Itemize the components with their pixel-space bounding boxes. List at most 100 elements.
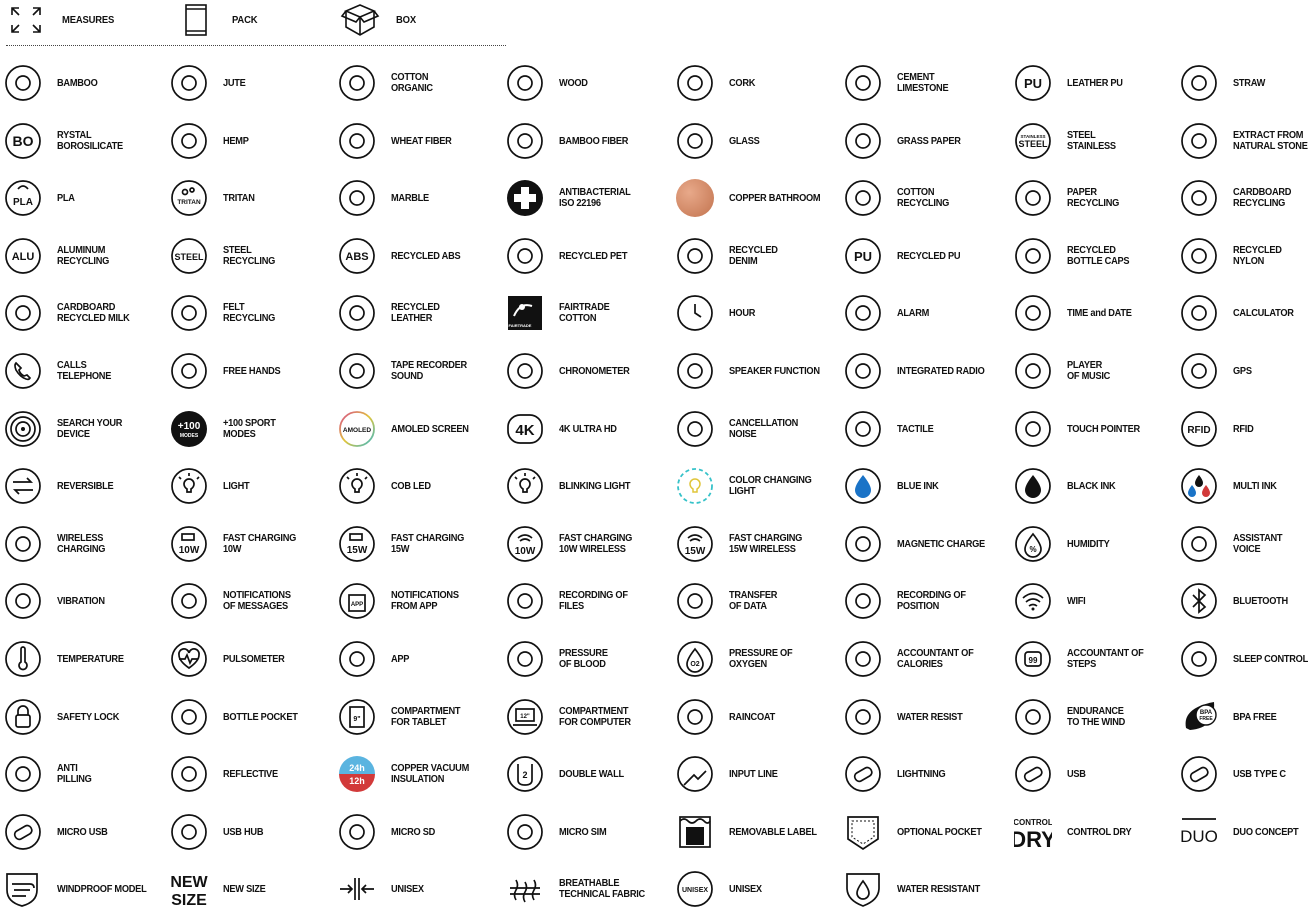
feature-cell: SLEEP CONTROL	[1176, 633, 1312, 685]
feature-label-line: WATER RESIST	[897, 710, 963, 723]
light-icon	[170, 467, 208, 505]
feature-label: DOUBLE WALL	[559, 748, 624, 800]
svg-text:O2: O2	[690, 661, 699, 668]
feature-label: BOTTLE POCKET	[223, 691, 298, 743]
feature-label: RECYCLED BOTTLE CAPS	[1067, 230, 1130, 282]
feature-cell: ANTIBACTERIAL ISO 22196	[502, 172, 666, 224]
feature-cell: OPTIONAL POCKET	[840, 806, 1004, 858]
feature-label-line: SLEEP CONTROL	[1233, 652, 1308, 665]
gps-icon	[1180, 352, 1218, 390]
4k-icon: 4K	[506, 410, 544, 448]
feature-label: PRESSURE OF BLOOD	[559, 633, 608, 685]
feature-label: STEEL STAINLESS	[1067, 115, 1116, 167]
svg-text:UNISEX: UNISEX	[682, 887, 708, 894]
svg-text:15W: 15W	[347, 545, 368, 556]
header-item-measures: MEASURES	[6, 3, 120, 37]
feature-label: PULSOMETER	[223, 633, 285, 685]
feature-label: FREE HANDS	[223, 345, 281, 397]
feature-cell: WINDPROOF MODEL	[0, 863, 164, 915]
feature-label: BAMBOO FIBER	[559, 115, 628, 167]
feature-cell: EXTRACT FROM NATURAL STONE	[1176, 115, 1312, 167]
feature-label: WATER RESISTANT	[897, 863, 980, 915]
feature-label: REFLECTIVE	[223, 748, 278, 800]
feature-label: CARDBOARD RECYCLED MILK	[57, 287, 130, 339]
svg-text:12h: 12h	[349, 776, 365, 786]
feature-label: UNISEX	[729, 863, 762, 915]
feature-label-line: 10W WIRELESS	[559, 543, 626, 555]
svg-text:PLA: PLA	[13, 197, 33, 208]
feature-label-line: OXYGEN	[729, 658, 767, 670]
black-ink-icon	[1014, 467, 1052, 505]
feature-cell: TACTILE	[840, 403, 1004, 455]
feature-label-line: FOR TABLET	[391, 716, 447, 728]
feature-cell: JUTE	[166, 57, 330, 109]
feature-label-line: LEATHER PU	[1067, 76, 1123, 89]
feature-label: RECYCLED PU	[897, 230, 961, 282]
feature-cell: MICRO SD	[334, 806, 498, 858]
feature-cell: COTTON ORGANIC	[334, 57, 498, 109]
feature-label-line: JUTE	[223, 76, 246, 89]
feature-label: COPPER VACUUM INSULATION	[391, 748, 469, 800]
feature-cell: PRESSURE OF BLOOD	[502, 633, 666, 685]
feature-cell: BLINKING LIGHT	[502, 460, 666, 512]
svg-text:24h: 24h	[349, 763, 365, 773]
feature-label: WIFI	[1067, 575, 1086, 627]
feature-cell: CANCELLATION NOISE	[672, 403, 836, 455]
feature-label-line: LIGHT	[729, 485, 756, 497]
bamboo-icon	[4, 64, 42, 102]
svg-text:AMOLED: AMOLED	[343, 427, 371, 434]
feature-label: BLACK INK	[1067, 460, 1116, 512]
feature-label: GRASS PAPER	[897, 115, 961, 167]
svg-text:STEEL: STEEL	[174, 252, 204, 262]
feature-cell: USB TYPE C	[1176, 748, 1312, 800]
feature-cell: APP	[334, 633, 498, 685]
feature-label: COTTON RECYCLING	[897, 172, 949, 224]
aluminum-recycling-icon: ALU	[4, 237, 42, 275]
feature-label-line: MULTI INK	[1233, 479, 1277, 492]
feature-cell: COTTON RECYCLING	[840, 172, 1004, 224]
feature-label-line: 4K ULTRA HD	[559, 422, 617, 435]
feature-label: RECYCLED PET	[559, 230, 627, 282]
feature-cell: BAMBOO	[0, 57, 164, 109]
straw-icon	[1180, 64, 1218, 102]
double-wall-icon: 2	[506, 755, 544, 793]
feature-cell: 15W FAST CHARGING 15W WIRELESS	[672, 518, 836, 570]
feature-label-line: 15W WIRELESS	[729, 543, 796, 555]
svg-text:15W: 15W	[685, 546, 706, 557]
feature-label-line: CHARGING	[57, 543, 106, 555]
micro-sim-icon	[506, 813, 544, 851]
search-device-icon	[4, 410, 42, 448]
glass-icon	[676, 122, 714, 160]
feature-label: CARDBOARD RECYCLING	[1233, 172, 1291, 224]
feature-cell: BREATHABLE TECHNICAL FABRIC	[502, 863, 666, 915]
feature-label-line: REFLECTIVE	[223, 767, 278, 780]
micro-usb-icon	[4, 813, 42, 851]
feature-label-line: INSULATION	[391, 773, 445, 785]
feature-label: RAINCOAT	[729, 691, 775, 743]
feature-cell: WHEAT FIBER	[334, 115, 498, 167]
feature-label-line: HUMIDITY	[1067, 537, 1110, 550]
feature-cell: 15W FAST CHARGING 15W	[334, 518, 498, 570]
feature-label: NOTIFICATIONS FROM APP	[391, 575, 459, 627]
stopwatch-icon	[506, 352, 544, 390]
svg-text:10W: 10W	[179, 545, 200, 556]
feature-label-line: GRASS PAPER	[897, 134, 961, 147]
feature-cell: BLUE INK	[840, 460, 1004, 512]
feature-cell: RECYCLED DENIM	[672, 230, 836, 282]
feature-label-line: HOUR	[729, 306, 756, 319]
feature-label: HOUR	[729, 287, 755, 339]
feature-label-line: POSITION	[897, 600, 940, 612]
feature-label-line: LIMESTONE	[897, 82, 949, 94]
feature-cell: RFID RFID	[1176, 403, 1312, 455]
feature-cell: ACCOUNTANT OF CALORIES	[840, 633, 1004, 685]
feature-label: BLINKING LIGHT	[559, 460, 631, 512]
calculator-icon	[1180, 294, 1218, 332]
feature-cell: PULSOMETER	[166, 633, 330, 685]
feature-label: COTTON ORGANIC	[391, 57, 433, 109]
wheat-fiber-icon	[338, 122, 376, 160]
wifi-icon	[1014, 582, 1052, 620]
duo-icon: DUO	[1180, 813, 1218, 851]
feature-label: MAGNETIC CHARGE	[897, 518, 985, 570]
feature-label-line: DUO CONCEPT	[1233, 825, 1299, 838]
bpa-free-icon: BPA FREE	[1180, 698, 1218, 736]
